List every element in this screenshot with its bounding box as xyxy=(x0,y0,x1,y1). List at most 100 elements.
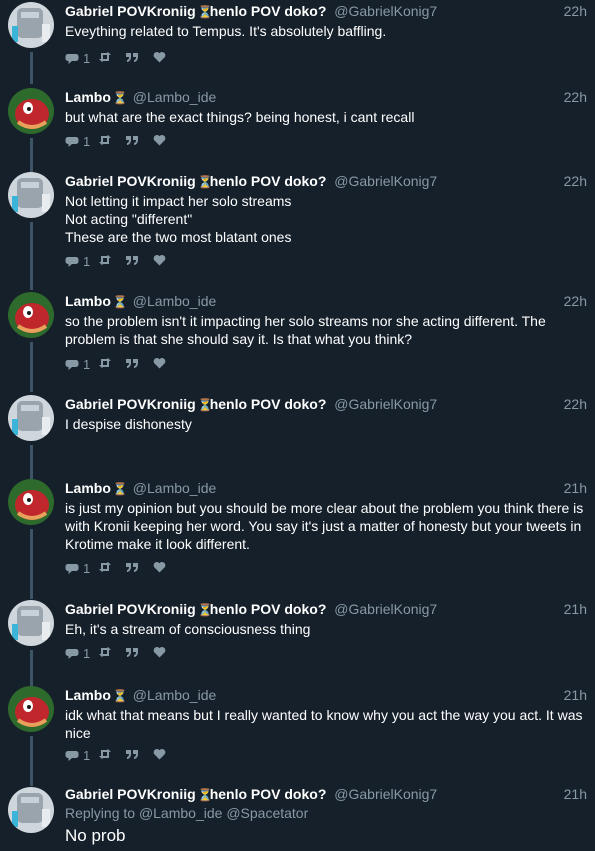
timestamp[interactable]: 21h xyxy=(564,786,587,802)
retweet-button[interactable] xyxy=(98,254,112,266)
reply-count: 1 xyxy=(83,134,91,149)
tweet-text-line: but what are the exact things? being hon… xyxy=(65,109,415,125)
like-button[interactable] xyxy=(153,561,166,573)
tweet[interactable]: Gabriel POVKroniig ⏳henlo POV doko? @Gabr… xyxy=(0,393,595,479)
avatar-lambo[interactable] xyxy=(8,292,54,338)
user-handle[interactable]: @GabrielKonig7 xyxy=(334,786,437,802)
user-handle[interactable]: @GabrielKonig7 xyxy=(334,601,437,617)
avatar-gabriel[interactable] xyxy=(8,395,54,441)
timestamp[interactable]: 21h xyxy=(564,601,587,617)
tweet[interactable]: Gabriel POVKroniig ⏳henlo POV doko? @Gabr… xyxy=(0,0,595,84)
avatar-gabriel[interactable] xyxy=(8,600,54,646)
reply-button[interactable]: 1 xyxy=(65,646,90,661)
quote-button[interactable] xyxy=(125,748,139,760)
quote-button[interactable] xyxy=(125,357,139,369)
tweet-header: Lambo ⏳ @Lambo_ide 22h xyxy=(65,89,587,107)
retweet-button[interactable] xyxy=(98,748,112,760)
tweet-header: Gabriel POVKroniig ⏳henlo POV doko? @Gabr… xyxy=(65,786,587,804)
quote-button[interactable] xyxy=(125,646,139,658)
like-button[interactable] xyxy=(153,134,166,146)
mention-link[interactable]: @Spacetator xyxy=(226,805,308,821)
like-icon xyxy=(153,357,166,369)
reply-button[interactable]: 1 xyxy=(65,51,90,66)
user-handle[interactable]: @GabrielKonig7 xyxy=(334,396,437,412)
user-handle[interactable]: @Lambo_ide xyxy=(133,480,217,496)
like-button[interactable] xyxy=(153,254,166,266)
retweet-button[interactable] xyxy=(98,134,112,146)
avatar-gabriel[interactable] xyxy=(8,2,54,48)
user-handle[interactable]: @Lambo_ide xyxy=(133,293,217,309)
tweet[interactable]: Gabriel POVKroniig ⏳henlo POV doko? @Gabr… xyxy=(0,170,595,290)
timestamp[interactable]: 22h xyxy=(564,89,587,105)
user-handle[interactable]: @GabrielKonig7 xyxy=(334,3,437,19)
retweet-button[interactable] xyxy=(98,357,112,369)
reply-count: 1 xyxy=(83,357,91,372)
tweet[interactable]: Lambo ⏳ @Lambo_ide 21h idk what that mean… xyxy=(0,684,595,786)
avatar-lambo[interactable] xyxy=(8,686,54,732)
avatar-lambo[interactable] xyxy=(8,479,54,525)
avatar-gabriel[interactable] xyxy=(8,172,54,218)
display-name[interactable]: Lambo xyxy=(65,687,111,703)
reply-button[interactable]: 1 xyxy=(65,134,90,149)
timestamp[interactable]: 22h xyxy=(564,396,587,412)
mention-link[interactable]: @Lambo_ide xyxy=(139,805,223,821)
retweet-button[interactable] xyxy=(98,561,112,573)
thread-connector xyxy=(30,445,33,479)
tweet-text: Eh, it's a stream of consciousness thing xyxy=(65,620,587,638)
tweet-text-line: so the problem isn't it impacting her so… xyxy=(65,313,546,329)
quote-button[interactable] xyxy=(125,134,139,146)
user-handle[interactable]: @Lambo_ide xyxy=(133,89,217,105)
timestamp[interactable]: 21h xyxy=(564,687,587,703)
like-button[interactable] xyxy=(153,357,166,369)
like-icon xyxy=(153,51,166,63)
reply-button[interactable]: 1 xyxy=(65,254,90,269)
reply-button[interactable]: 1 xyxy=(65,357,90,372)
timestamp[interactable]: 22h xyxy=(564,293,587,309)
avatar-lambo[interactable] xyxy=(8,88,54,134)
avatar-gabriel[interactable] xyxy=(8,787,54,833)
hourglass-icon: ⏳ xyxy=(112,482,128,496)
tweet[interactable]: Gabriel POVKroniig ⏳henlo POV doko? @Gabr… xyxy=(0,785,595,851)
display-name[interactable]: Lambo xyxy=(65,293,111,309)
display-name[interactable]: Gabriel POVKroniig xyxy=(65,3,196,19)
reply-icon xyxy=(65,53,79,64)
display-name[interactable]: Gabriel POVKroniig xyxy=(65,173,196,189)
display-name[interactable]: Gabriel POVKroniig xyxy=(65,601,196,617)
tweet-text-line: is just my opinion but you should be mor… xyxy=(65,500,584,516)
user-handle[interactable]: @Lambo_ide xyxy=(133,687,217,703)
like-button[interactable] xyxy=(153,646,166,658)
timestamp[interactable]: 22h xyxy=(564,173,587,189)
like-button[interactable] xyxy=(153,51,166,63)
user-handle[interactable]: @GabrielKonig7 xyxy=(334,173,437,189)
quote-button[interactable] xyxy=(125,561,139,573)
tweet-text: is just my opinion but you should be mor… xyxy=(65,499,587,553)
tweet-text-line: No prob xyxy=(65,826,126,845)
tweet[interactable]: Lambo ⏳ @Lambo_ide 22h but what are the e… xyxy=(0,86,595,172)
tweet[interactable]: Lambo ⏳ @Lambo_ide 22h so the problem isn… xyxy=(0,290,595,392)
display-name[interactable]: Gabriel POVKroniig xyxy=(65,396,196,412)
retweet-button[interactable] xyxy=(98,646,112,658)
display-name[interactable]: Lambo xyxy=(65,89,111,105)
retweet-button[interactable] xyxy=(98,51,112,63)
quote-icon xyxy=(126,359,138,368)
display-name-suffix: henlo POV doko? xyxy=(209,601,327,617)
timestamp[interactable]: 21h xyxy=(564,480,587,496)
quote-button[interactable] xyxy=(125,254,139,266)
hourglass-icon: ⏳ xyxy=(197,175,213,189)
display-name-suffix: henlo POV doko? xyxy=(209,3,327,19)
like-button[interactable] xyxy=(153,748,166,760)
like-icon xyxy=(153,646,166,658)
tweet[interactable]: Lambo ⏳ @Lambo_ide 21h is just my opinion… xyxy=(0,477,595,599)
quote-button[interactable] xyxy=(125,51,139,63)
tweet[interactable]: Gabriel POVKroniig ⏳henlo POV doko? @Gabr… xyxy=(0,598,595,686)
tweet-text-line: Eh, it's a stream of consciousness thing xyxy=(65,621,311,637)
tweet-text-line: These are the two most blatant ones xyxy=(65,229,292,245)
like-icon xyxy=(153,748,166,760)
thread-connector xyxy=(30,736,33,786)
display-name[interactable]: Gabriel POVKroniig xyxy=(65,786,196,802)
tweet-text: No prob xyxy=(65,825,587,847)
reply-button[interactable]: 1 xyxy=(65,561,90,576)
display-name[interactable]: Lambo xyxy=(65,480,111,496)
timestamp[interactable]: 22h xyxy=(564,3,587,19)
reply-button[interactable]: 1 xyxy=(65,748,90,763)
